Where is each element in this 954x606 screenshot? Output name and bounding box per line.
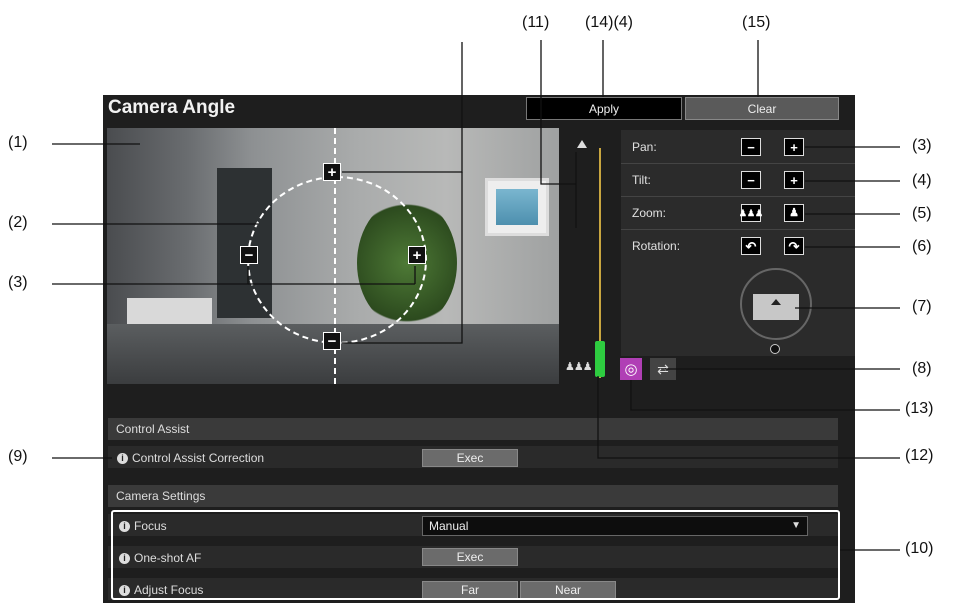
callout-leader-lines — [52, 40, 900, 551]
